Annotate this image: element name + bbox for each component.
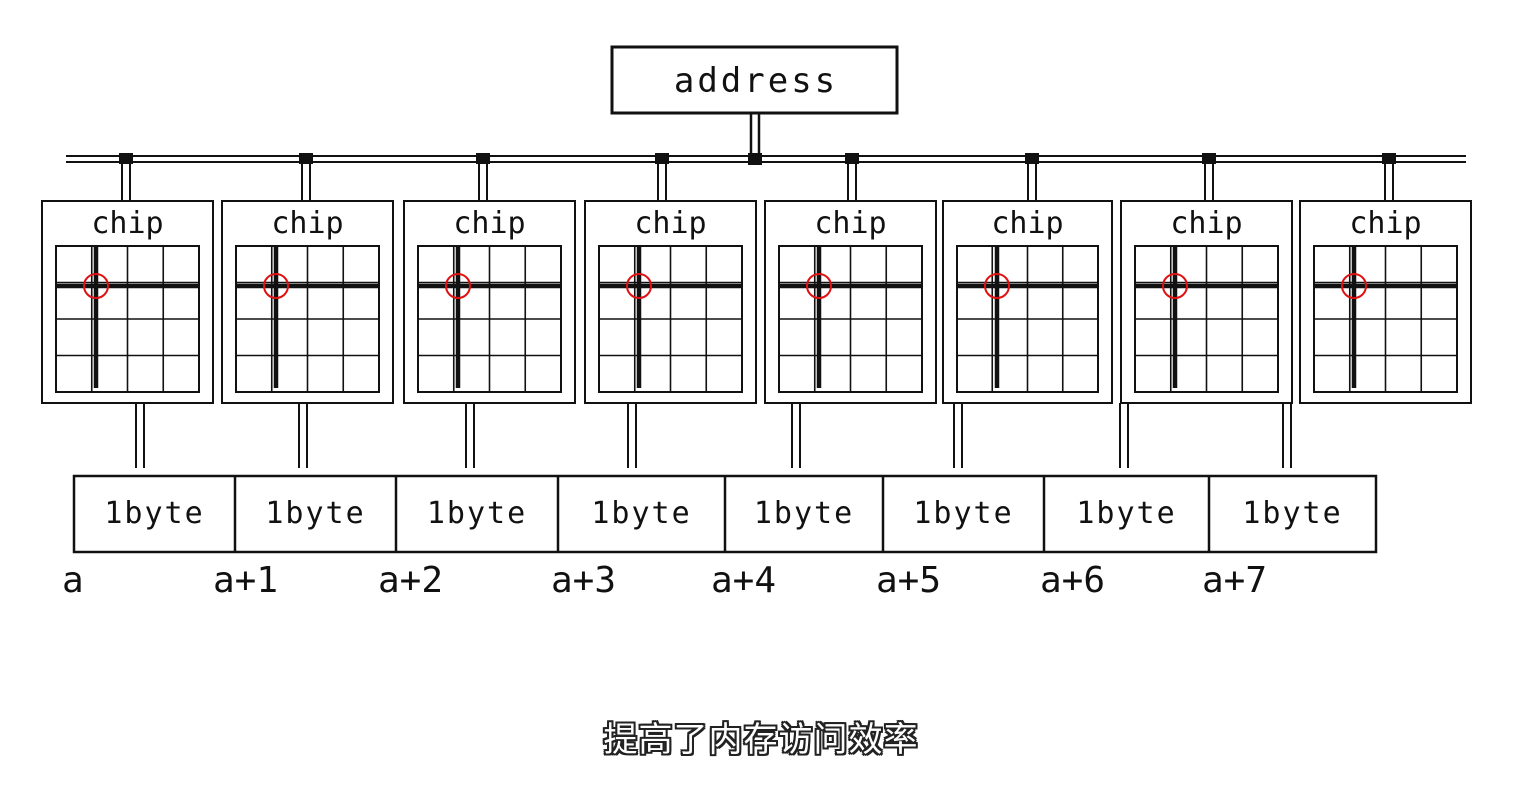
chip-label: chip	[453, 206, 525, 241]
bus-junction	[748, 153, 762, 165]
byte-label: 1byte	[1242, 496, 1342, 531]
bus-tap	[476, 153, 490, 164]
address-label: address	[674, 61, 838, 101]
byte-label: 1byte	[427, 496, 527, 531]
bus-tap	[845, 153, 859, 164]
byte-address-label: a+4	[711, 560, 776, 601]
bus-tap	[1025, 153, 1039, 164]
bus-tap	[655, 153, 669, 164]
byte-label: 1byte	[1076, 496, 1176, 531]
chip-5: chip	[764, 153, 937, 468]
chip-3: chip	[403, 153, 576, 468]
chip-2: chip	[221, 153, 394, 468]
byte-address-label: a+1	[213, 560, 278, 601]
address-bus	[66, 155, 1466, 163]
byte-address-label: a+5	[876, 560, 941, 601]
memory-chip-diagram: address chip chip chip chip chip chip chip chip…	[41, 45, 1472, 601]
byte-address-label: a	[62, 560, 84, 601]
byte-label: 1byte	[104, 496, 204, 531]
bus-tap	[299, 153, 313, 164]
bus-tap	[119, 153, 133, 164]
byte-address-label: a+2	[378, 560, 443, 601]
byte-label: 1byte	[913, 496, 1013, 531]
subtitle-caption: 提高了内存访问效率	[603, 720, 919, 760]
chip-6: chip	[942, 153, 1113, 468]
chip-7: chip	[1119, 153, 1293, 468]
chip-label: chip	[634, 206, 706, 241]
bus-tap	[1382, 153, 1396, 164]
chip-4: chip	[584, 153, 757, 468]
chip-label: chip	[991, 206, 1063, 241]
byte-address-label: a+7	[1202, 560, 1267, 601]
chip-1: chip	[41, 153, 214, 468]
chip-label: chip	[1170, 206, 1242, 241]
bus-tap	[1202, 153, 1216, 164]
chip-label: chip	[1349, 206, 1421, 241]
address-box: address	[610, 45, 899, 115]
byte-label: 1byte	[591, 496, 691, 531]
chip-8: chip	[1282, 153, 1472, 468]
byte-label: 1byte	[265, 496, 365, 531]
chip-label: chip	[814, 206, 886, 241]
address-connector	[749, 113, 761, 158]
chip-label: chip	[271, 206, 343, 241]
chip-label: chip	[91, 206, 163, 241]
byte-address-label: a+3	[551, 560, 616, 601]
byte-address-label: a+6	[1040, 560, 1105, 601]
byte-label: 1byte	[754, 496, 854, 531]
